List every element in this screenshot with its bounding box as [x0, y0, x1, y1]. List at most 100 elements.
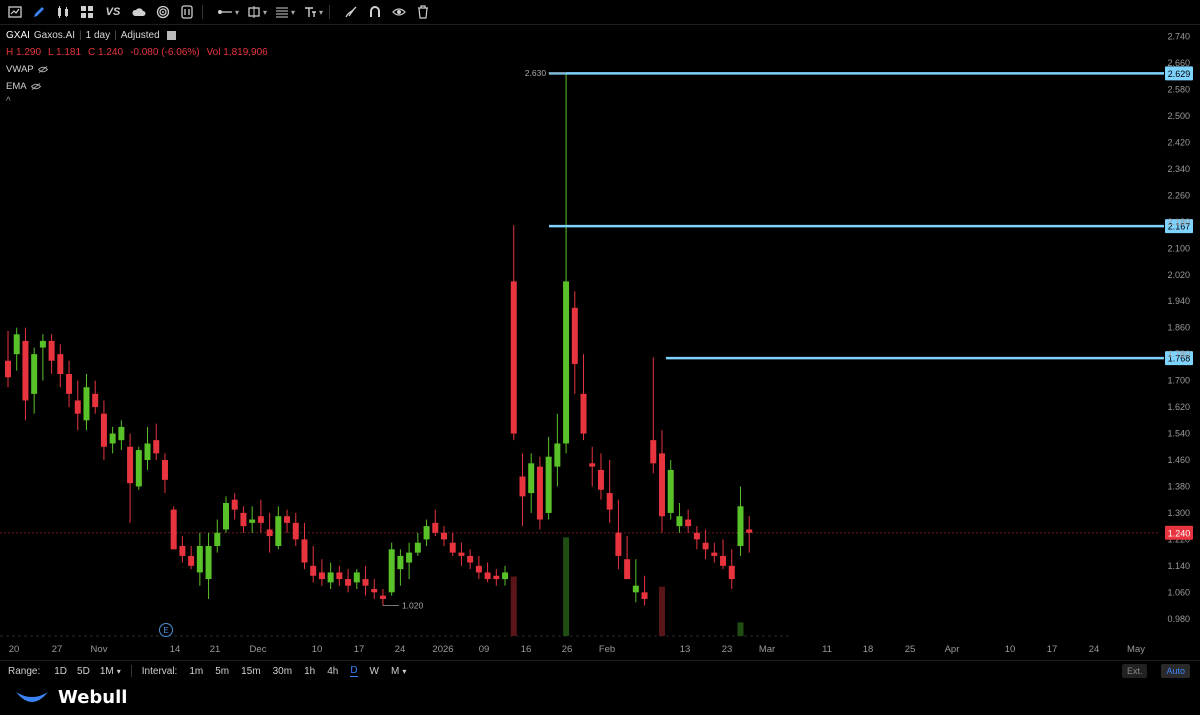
- price-tick-label: 2.100: [1167, 243, 1190, 253]
- chevron-down-icon[interactable]: ▾: [117, 667, 121, 676]
- price-tick-label: 1.140: [1167, 561, 1190, 571]
- range-5d[interactable]: 5D: [77, 666, 90, 677]
- horizontal-levels[interactable]: 2.6292.1671.768: [549, 66, 1193, 366]
- ticker-symbol[interactable]: GXAI: [6, 30, 30, 41]
- interval-4h[interactable]: 4h: [327, 666, 338, 677]
- candle-body: [580, 393, 587, 434]
- time-tick-label: 18: [863, 644, 874, 655]
- close-value: C 1.240: [88, 47, 124, 58]
- symbol-info: GXAI Gaxos.AI | 1 day | Adjusted H 1.290…: [6, 30, 268, 107]
- candle-body: [362, 579, 369, 586]
- candle-body: [100, 413, 107, 447]
- eye-icon[interactable]: [390, 3, 408, 21]
- price-tick-label: 2.660: [1167, 58, 1190, 68]
- high-marker-label: 2.630: [525, 68, 547, 78]
- range-1d[interactable]: 1D: [54, 666, 67, 677]
- candle-body: [144, 443, 151, 460]
- toolbar-divider: [329, 5, 331, 19]
- candle-body: [318, 572, 325, 580]
- brush-icon[interactable]: [342, 3, 360, 21]
- price-chart[interactable]: 2.6292.1671.768 2.740 2.660 2.580 2.500 2.42…: [0, 24, 1200, 660]
- eye-off-icon[interactable]: [30, 83, 41, 90]
- list-icon[interactable]: [166, 31, 176, 40]
- candle-body: [484, 572, 491, 580]
- fib-tool-dropdown[interactable]: ▾: [275, 5, 295, 19]
- candle-body: [423, 526, 430, 540]
- price-tick-label: 2.580: [1167, 85, 1190, 95]
- interval-1m[interactable]: 1m: [189, 666, 203, 677]
- chevron-down-icon[interactable]: ▾: [402, 667, 406, 676]
- candle-body: [711, 552, 718, 556]
- volume-value: Vol 1,819,906: [206, 47, 268, 58]
- magnet-icon[interactable]: [366, 3, 384, 21]
- candle-body: [284, 516, 291, 523]
- interval-30m[interactable]: 30m: [273, 666, 292, 677]
- range-1m[interactable]: 1M: [100, 666, 114, 677]
- interval-1h[interactable]: 1h: [304, 666, 315, 677]
- candles-icon[interactable]: [54, 3, 72, 21]
- candle-body: [406, 552, 413, 563]
- candle-body: [493, 575, 500, 580]
- time-tick-label: 25: [905, 644, 916, 655]
- volume-bar: [737, 622, 744, 636]
- candle-body: [22, 340, 29, 401]
- indicator-label: VWAP: [6, 64, 34, 75]
- info-divider: |: [114, 30, 117, 41]
- chart-type-icon[interactable]: [6, 3, 24, 21]
- candle-body: [728, 565, 735, 580]
- indicator-icon[interactable]: [178, 3, 196, 21]
- level-price-label: 2.629: [1168, 69, 1191, 79]
- candle-body: [5, 360, 11, 378]
- candle-body: [214, 532, 221, 546]
- interval-5m[interactable]: 5m: [215, 666, 229, 677]
- adjust-label[interactable]: Adjusted: [121, 30, 160, 41]
- cloud-icon[interactable]: [130, 3, 148, 21]
- company-name: Gaxos.AI: [33, 30, 76, 41]
- candle-body: [693, 532, 700, 540]
- eye-off-icon[interactable]: [37, 66, 48, 73]
- target-icon[interactable]: [154, 3, 172, 21]
- time-tick-label: 11: [822, 644, 832, 655]
- price-tick-label: 1.300: [1167, 508, 1190, 518]
- candle-body: [624, 559, 631, 580]
- time-tick-label: 16: [521, 644, 532, 655]
- interval-w[interactable]: W: [370, 666, 379, 677]
- candle-body: [589, 463, 596, 467]
- interval-d[interactable]: D: [350, 665, 358, 677]
- drawing-toolbar: VS ▾ ▾ ▾ ▾: [0, 0, 1200, 25]
- price-tick-label: 1.860: [1167, 323, 1190, 333]
- rect-tool-dropdown[interactable]: ▾: [247, 5, 267, 19]
- period-label[interactable]: 1 day: [86, 30, 110, 41]
- price-tick-label: 0.980: [1167, 614, 1190, 624]
- compare-vs-icon[interactable]: VS: [102, 3, 124, 21]
- interval-m[interactable]: M: [391, 666, 399, 677]
- ext-hours-toggle[interactable]: Ext.: [1121, 664, 1148, 678]
- indicator-vwap[interactable]: VWAP: [6, 64, 268, 75]
- candle-body: [310, 565, 317, 576]
- time-tick-label: Nov: [91, 644, 108, 655]
- time-tick-label: 21: [210, 644, 221, 655]
- chevron-down-icon: ▾: [235, 7, 240, 17]
- layout-grid-icon[interactable]: [78, 3, 96, 21]
- candle-body: [153, 440, 160, 454]
- candle-body: [632, 585, 639, 593]
- time-tick-label: 2026: [432, 644, 453, 655]
- candle-body: [39, 340, 46, 348]
- interval-15m[interactable]: 15m: [241, 666, 260, 677]
- indicator-ema[interactable]: EMA: [6, 81, 268, 92]
- candle-body: [397, 555, 404, 570]
- text-tool-dropdown[interactable]: ▾: [303, 5, 323, 19]
- candle-body: [336, 572, 343, 580]
- price-tick-label: 1.380: [1167, 481, 1190, 491]
- line-tool-dropdown[interactable]: ▾: [217, 7, 239, 17]
- draw-pen-icon[interactable]: [30, 3, 48, 21]
- indicator-label: EMA: [6, 81, 27, 92]
- low-marker-label: 1.020: [402, 601, 424, 611]
- candle-body: [240, 512, 247, 527]
- collapse-chevron-icon[interactable]: ^: [6, 96, 268, 107]
- candle-body: [685, 519, 692, 527]
- trash-icon[interactable]: [414, 3, 432, 21]
- candle-body: [257, 516, 264, 523]
- price-tick-label: 2.500: [1167, 111, 1190, 121]
- auto-scale-toggle[interactable]: Auto: [1161, 664, 1190, 678]
